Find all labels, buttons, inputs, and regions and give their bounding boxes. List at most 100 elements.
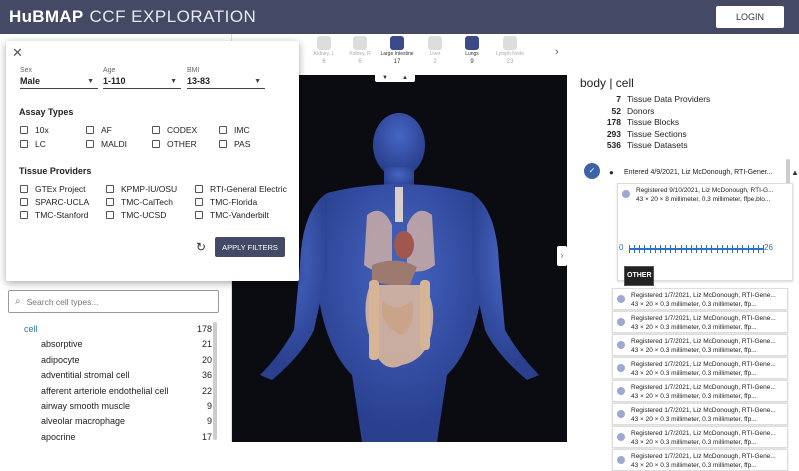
assay-label: LC <box>35 139 46 149</box>
view-rotate-controls[interactable]: ▼ ▲ <box>375 73 415 82</box>
list-item[interactable]: airway smooth muscle 9 <box>8 399 218 414</box>
range-tick <box>634 245 636 253</box>
organ-item[interactable]: Kidney, R 6 <box>340 36 380 65</box>
organ-item[interactable]: Lymph Node 23 <box>490 36 530 65</box>
results-panel: body | cell 7 Tissue Data Providers 52 Don… <box>567 34 799 471</box>
list-item[interactable]: adipocyte 20 <box>8 353 218 368</box>
apply-filters-button[interactable]: APPLY FILTERS <box>215 237 285 257</box>
assay-label: OTHER <box>167 139 197 149</box>
cell-search[interactable]: ⌕ <box>8 290 219 313</box>
list-item[interactable]: cell 178 <box>8 322 218 337</box>
tissue-block-icon <box>617 295 625 303</box>
organ-item[interactable]: Lungs 9 <box>452 36 492 65</box>
list-item[interactable]: alveolar macrophage 9 <box>8 414 218 429</box>
provider-checkbox[interactable]: TMC-Florida <box>195 197 257 207</box>
dataset-thumbnail[interactable]: OTHER <box>624 266 654 286</box>
range-tick <box>737 245 739 253</box>
chevron-down-icon: ▼ <box>254 78 261 85</box>
login-button[interactable]: LOGIN <box>716 6 784 28</box>
assay-checkbox[interactable]: AF <box>86 125 112 135</box>
provider-checkbox[interactable]: TMC-CalTech <box>106 197 173 207</box>
list-item[interactable]: afferent arteriole endothelial cell 22 <box>8 384 218 399</box>
sex-label: Sex <box>20 67 33 74</box>
organ-count: 2 <box>433 59 437 65</box>
block-line2: 43 × 20 × 0.3 millimeter, 0.3 millimeter… <box>631 370 757 377</box>
tissue-block-icon <box>617 364 625 372</box>
filter-panel: ✕ Sex Male ▼ Age 1-110 ▼ BMI 13-83 ▼ Ass… <box>6 41 299 281</box>
tissue-block-card[interactable]: Registered 1/7/2021, Liz McDonough, RTI-… <box>612 334 788 356</box>
collapse-right-panel-icon[interactable]: › <box>557 246 567 266</box>
stat-label: Tissue Sections <box>627 128 687 139</box>
assay-checkbox[interactable]: OTHER <box>152 139 197 149</box>
tissue-block-card[interactable]: Registered 1/7/2021, Liz McDonough, RTI-… <box>612 380 788 402</box>
checkbox-icon <box>195 185 203 193</box>
checkbox-icon <box>20 126 28 134</box>
age-select[interactable]: Age 1-110 ▼ <box>103 67 181 89</box>
search-input[interactable] <box>26 296 207 307</box>
tissue-block-card[interactable]: Registered 1/7/2021, Liz McDonough, RTI-… <box>612 426 788 448</box>
tissue-block-icon <box>617 456 625 464</box>
assay-label: MALDI <box>101 139 127 149</box>
checkbox-icon <box>195 198 203 206</box>
close-icon[interactable]: ✕ <box>12 45 23 61</box>
assay-checkbox[interactable]: 10x <box>20 125 49 135</box>
tissue-block-card[interactable]: Registered 1/7/2021, Liz McDonough, RTI-… <box>612 403 788 425</box>
range-tick <box>763 245 764 253</box>
stat-number: 293 <box>606 128 621 139</box>
block-line2: 43 × 20 × 0.3 millimeter, 0.3 millimeter… <box>631 416 757 423</box>
stats-list: 7 Tissue Data Providers 52 Donors 178 Tissu… <box>581 94 781 152</box>
organ-item[interactable]: Kidney, L 6 <box>304 36 344 65</box>
range-tick <box>639 245 641 253</box>
cell-type-name: adventitial stromal cell <box>41 370 130 381</box>
list-item[interactable]: apocrine 17 <box>8 430 218 445</box>
cell-list-scrollbar[interactable] <box>213 322 217 440</box>
organ-item[interactable]: Liver 2 <box>415 36 455 65</box>
app-header: HuBMAP CCF EXPLORATION LOGIN <box>0 0 799 34</box>
cell-type-count: 17 <box>201 431 212 442</box>
bmi-select[interactable]: BMI 13-83 ▼ <box>187 67 265 89</box>
tissue-block-card[interactable]: Registered 1/7/2021, Liz McDonough, RTI-… <box>612 357 788 379</box>
provider-checkbox[interactable]: TMC-Stanford <box>20 210 88 220</box>
organ-item[interactable]: Large Intestine 17 <box>377 36 417 65</box>
assay-label: PAS <box>234 139 251 149</box>
provider-checkbox[interactable]: RTI-General Electric <box>195 184 287 194</box>
tissue-block-card[interactable]: Registered 1/7/2021, Liz McDonough, RTI-… <box>612 449 788 471</box>
large-intestine-icon <box>390 36 404 50</box>
section-range-slider[interactable]: 0 26 <box>617 243 777 255</box>
assay-checkbox[interactable]: MALDI <box>86 139 127 149</box>
arrow-up-icon[interactable]: ▲ <box>402 75 408 81</box>
assay-checkbox[interactable]: PAS <box>219 139 250 149</box>
tissue-block-card[interactable]: Registered 1/7/2021, Liz McDonough, RTI-… <box>612 288 788 310</box>
provider-checkbox[interactable]: SPARC-UCLA <box>20 197 89 207</box>
assay-checkbox[interactable]: IMC <box>219 125 250 135</box>
sex-select[interactable]: Sex Male ▼ <box>20 67 98 89</box>
stat-number: 7 <box>616 94 621 104</box>
chevron-up-icon[interactable]: ▲ <box>791 168 799 177</box>
thumbnail-label: OTHER <box>627 272 652 279</box>
bmi-label: BMI <box>187 67 200 74</box>
list-item[interactable]: absorptive 21 <box>8 337 218 352</box>
donor-entry-header[interactable]: ● Entered 4/9/2021, Liz McDonough, RTI-G… <box>585 163 799 181</box>
stat-row: 293 Tissue Sections <box>581 129 781 141</box>
stat-label: Tissue Data Providers <box>627 94 711 104</box>
tissue-block-icon <box>617 387 625 395</box>
organ-name: Large Intestine <box>380 51 414 57</box>
tissue-block-card[interactable]: Registered 1/7/2021, Liz McDonough, RTI-… <box>612 311 788 333</box>
logo: HuBMAP CCF EXPLORATION <box>9 7 256 27</box>
block-line2: 43 × 20 × 0.3 millimeter, 0.3 millimeter… <box>631 324 757 331</box>
reset-filters-icon[interactable]: ↻ <box>196 240 206 254</box>
provider-checkbox[interactable]: TMC-UCSD <box>106 210 166 220</box>
range-tick <box>732 245 734 253</box>
provider-checkbox[interactable]: TMC-Vanderbilt <box>195 210 269 220</box>
range-tick <box>757 245 759 253</box>
arrow-down-icon[interactable]: ▼ <box>382 75 388 81</box>
stat-number: 52 <box>611 105 621 116</box>
assay-checkbox[interactable]: LC <box>20 139 46 149</box>
cell-type-name: absorptive <box>41 339 83 350</box>
list-item[interactable]: adventitial stromal cell 36 <box>8 368 218 383</box>
cell-type-name: alveolar macrophage <box>41 416 126 427</box>
entry-text: Entered 4/9/2021, Liz McDonough, RTI-Gen… <box>624 168 773 176</box>
provider-checkbox[interactable]: KPMP-IU/OSU <box>106 184 177 194</box>
provider-checkbox[interactable]: GTEx Project <box>20 184 86 194</box>
assay-checkbox[interactable]: CODEX <box>152 125 197 135</box>
